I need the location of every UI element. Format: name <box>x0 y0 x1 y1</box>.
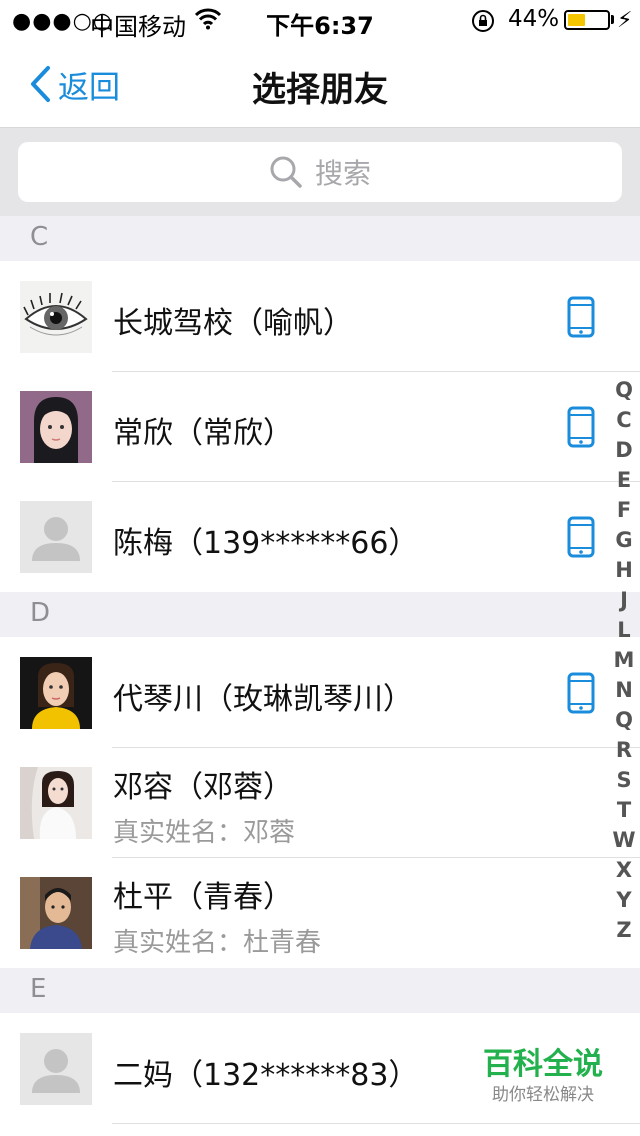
watermark-logo: 百科全说 助你轻松解决 <box>470 1046 616 1112</box>
mobile-phone-icon <box>567 516 595 558</box>
contact-name: 邓容（邓蓉） <box>113 770 293 805</box>
index-letter[interactable]: L <box>610 615 638 645</box>
index-letter[interactable]: E <box>610 465 638 495</box>
index-letter[interactable]: S <box>610 765 638 795</box>
contact-name: 常欣（常欣） <box>113 416 293 451</box>
section-letter: E <box>30 974 47 1004</box>
contact-name: 代琴川（玫琳凯琴川） <box>113 682 413 717</box>
contact-row[interactable]: 陈梅（139******66） <box>0 482 640 592</box>
contact-row[interactable]: 常欣（常欣） <box>0 372 640 482</box>
index-letter[interactable]: W <box>610 825 638 855</box>
index-letter[interactable]: D <box>610 435 638 465</box>
status-bar: ●●●○○ 中国移动 下午6:37 44% ⚡ <box>0 0 640 41</box>
contact-real-name: 真实姓名：杜青春 <box>113 928 322 958</box>
navigation-bar: 返回 选择朋友 <box>0 40 640 128</box>
rotation-lock-icon <box>472 10 494 32</box>
search-icon <box>270 156 302 188</box>
contact-row[interactable]: 长城驾校（喻帆） <box>0 262 640 372</box>
alphabet-index-bar[interactable]: QCDEFGHJLMNQRSTWXYZ <box>610 375 638 945</box>
contact-real-name: 真实姓名：邓蓉 <box>113 818 296 848</box>
mobile-phone-icon <box>567 406 595 448</box>
man-portrait-avatar <box>20 877 92 949</box>
index-letter[interactable]: Z <box>610 915 638 945</box>
search-bar-container: 搜索 <box>0 128 640 216</box>
girl-portrait-avatar <box>20 391 92 463</box>
eye-sketch-avatar <box>20 281 92 353</box>
section-header-c: C <box>0 216 640 261</box>
default-person-avatar <box>20 501 92 573</box>
index-letter[interactable]: C <box>610 405 638 435</box>
contact-name: 杜平（青春） <box>113 880 293 915</box>
search-input[interactable]: 搜索 <box>18 142 622 202</box>
contact-row[interactable]: 杜平（青春） 真实姓名：杜青春 <box>0 858 640 968</box>
watermark-subtitle: 助你轻松解决 <box>492 1085 594 1105</box>
index-letter[interactable]: J <box>610 585 638 615</box>
index-letter[interactable]: H <box>610 555 638 585</box>
contact-row[interactable]: 代琴川（玫琳凯琴川） <box>0 638 640 748</box>
default-person-avatar <box>20 1033 92 1105</box>
section-header-d: D <box>0 592 640 637</box>
section-letter: D <box>30 598 51 628</box>
contact-name: 长城驾校（喻帆） <box>113 306 353 341</box>
index-letter[interactable]: Y <box>610 885 638 915</box>
girl-yellow-jacket-avatar <box>20 657 92 729</box>
battery-level-fill <box>568 14 585 26</box>
search-placeholder: 搜索 <box>314 157 371 190</box>
battery-tip <box>611 15 614 24</box>
watermark-title: 百科全说 <box>483 1047 603 1082</box>
page-title: 选择朋友 <box>252 70 388 110</box>
index-letter[interactable]: Q <box>610 705 638 735</box>
contact-name: 陈梅（139******66） <box>113 526 419 561</box>
contact-row[interactable]: 邓容（邓蓉） 真实姓名：邓蓉 <box>0 748 640 858</box>
contact-name: 二妈（132******83） <box>113 1058 419 1093</box>
index-letter[interactable]: Q <box>610 375 638 405</box>
index-letter[interactable]: M <box>610 645 638 675</box>
woman-white-dress-avatar <box>20 767 92 839</box>
index-letter[interactable]: F <box>610 495 638 525</box>
section-header-e: E <box>0 968 640 1013</box>
index-letter[interactable]: T <box>610 795 638 825</box>
battery-icon <box>564 10 610 30</box>
row-divider <box>112 1123 640 1124</box>
index-letter[interactable]: X <box>610 855 638 885</box>
index-letter[interactable]: R <box>610 735 638 765</box>
mobile-phone-icon <box>567 672 595 714</box>
index-letter[interactable]: G <box>610 525 638 555</box>
mobile-phone-icon <box>567 296 595 338</box>
battery-percentage: 44% <box>508 6 560 32</box>
index-letter[interactable]: N <box>610 675 638 705</box>
section-letter: C <box>30 222 49 252</box>
charging-bolt-icon: ⚡ <box>617 8 633 33</box>
